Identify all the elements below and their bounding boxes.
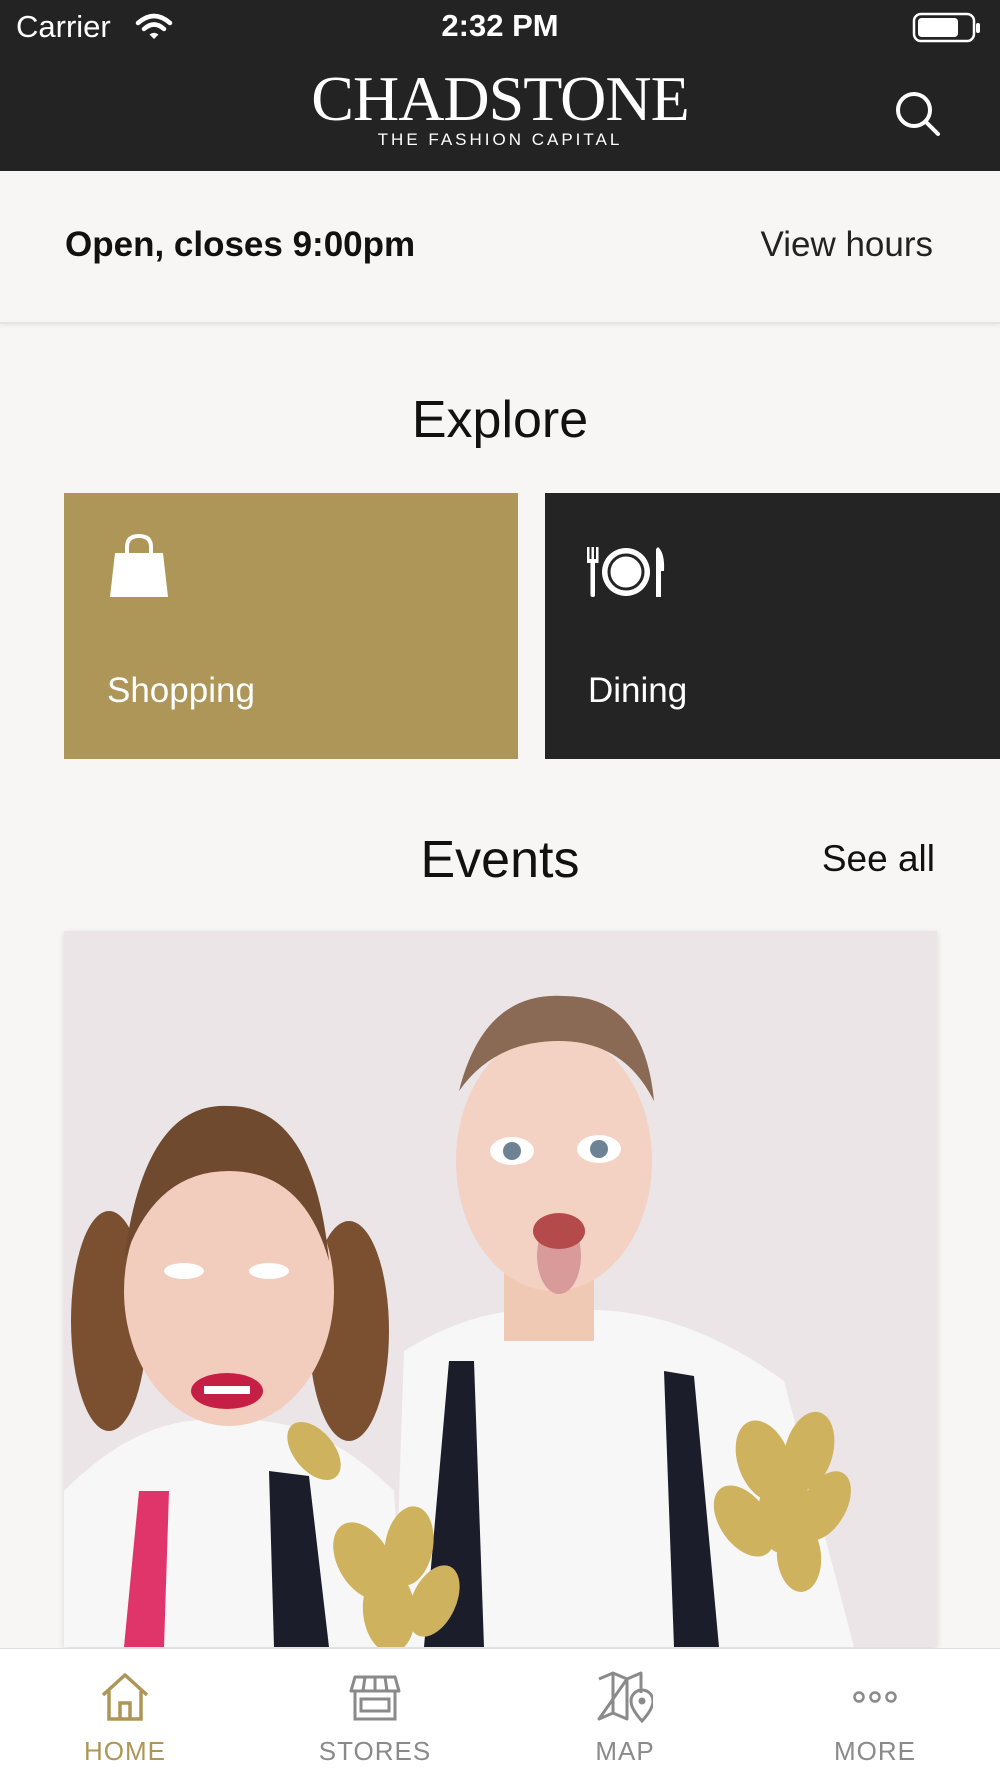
tab-more[interactable]: MORE [750,1649,1000,1779]
map-icon [597,1669,655,1730]
clock: 2:32 PM [441,8,559,43]
battery-icon [912,12,982,49]
event-photo [64,931,937,1647]
open-status: Open, closes 9:00pm [65,225,416,264]
shopping-bag-icon [108,533,170,604]
dining-tile[interactable]: Dining [545,493,1000,759]
tab-stores-label: STORES [318,1736,432,1766]
store-icon [347,1669,403,1730]
chadstone-logo[interactable]: CHADSTONE THE FASHION CAPITAL [0,63,1000,150]
header-bar: CHADSTONE THE FASHION CAPITAL [0,54,1000,171]
more-icon [847,1669,903,1730]
search-icon[interactable] [890,86,946,142]
shopping-tile[interactable]: Shopping [64,493,518,759]
bottom-tab-bar: HOME STORES MAP MORE [0,1648,1000,1779]
see-all-events-link[interactable]: See all [822,838,935,880]
event-card[interactable] [64,931,937,1647]
tab-map[interactable]: MAP [500,1649,750,1779]
tab-more-label: MORE [834,1736,916,1766]
cutlery-plate-icon [585,547,667,602]
explore-heading: Explore [411,391,589,449]
tab-home[interactable]: HOME [0,1649,250,1779]
logo-subtitle: THE FASHION CAPITAL [377,130,623,149]
logo-title: CHADSTONE [311,63,689,134]
dining-label: Dining [588,671,688,710]
status-bar: Carrier 2:32 PM [0,0,1000,54]
tab-map-label: MAP [595,1736,655,1766]
shopping-label: Shopping [107,671,255,710]
tab-stores[interactable]: STORES [250,1649,500,1779]
view-hours-link[interactable]: View hours [760,225,933,265]
opening-hours-bar: Open, closes 9:00pm View hours [0,171,1000,324]
tab-home-label: HOME [84,1736,166,1766]
home-icon [97,1669,153,1730]
